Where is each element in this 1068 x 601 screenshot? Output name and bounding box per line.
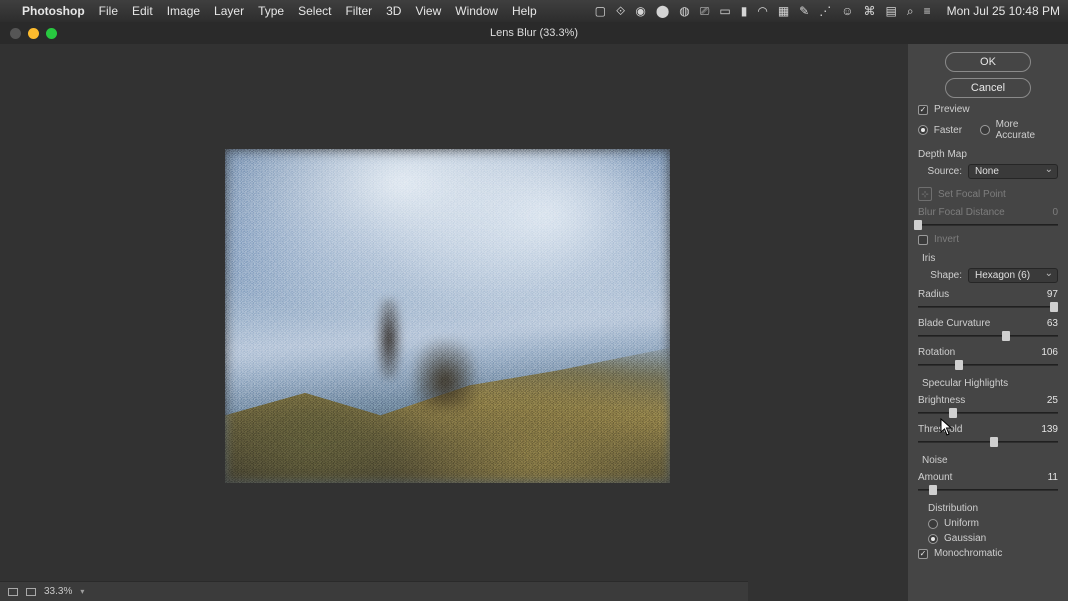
- menu-type[interactable]: Type: [258, 4, 284, 18]
- amount-value[interactable]: 11: [1032, 472, 1058, 483]
- record-icon[interactable]: ⬤: [656, 4, 669, 18]
- status-view-icon[interactable]: [8, 588, 18, 596]
- menu-layer[interactable]: Layer: [214, 4, 244, 18]
- monochromatic-label: Monochromatic: [934, 548, 1002, 559]
- menu-select[interactable]: Select: [298, 4, 331, 18]
- menu-view[interactable]: View: [415, 4, 441, 18]
- quality-faster-label: Faster: [934, 125, 962, 136]
- blur-focal-distance-slider: [918, 220, 1058, 230]
- distribution-uniform-label: Uniform: [944, 518, 979, 529]
- radius-label: Radius: [918, 289, 1032, 300]
- distribution-title: Distribution: [928, 503, 1058, 514]
- window-title: Lens Blur (33.3%): [0, 27, 1068, 39]
- menu-edit[interactable]: Edit: [132, 4, 153, 18]
- depth-map-title: Depth Map: [918, 149, 1058, 160]
- arc-icon[interactable]: ◠: [757, 4, 767, 18]
- quality-faster-radio[interactable]: [918, 125, 928, 135]
- wifi-icon[interactable]: ⋰: [819, 4, 831, 18]
- quality-accurate-radio[interactable]: [980, 125, 990, 135]
- blur-focal-distance-label: Blur Focal Distance: [918, 207, 1032, 218]
- menubar-right: ▢ ⟐ ◉ ⬤ ◍ ⎚ ▭ ▮ ◠ ▦ ✎ ⋰ ☺ ⌘ ▤ ⌕ ≡ Mon Ju…: [595, 4, 1060, 19]
- cc-icon[interactable]: ◉: [635, 4, 645, 18]
- specular-title: Specular Highlights: [922, 378, 1058, 389]
- source-select[interactable]: None: [968, 164, 1058, 179]
- blade-curvature-label: Blade Curvature: [918, 318, 1032, 329]
- shape-select[interactable]: Hexagon (6): [968, 268, 1058, 283]
- brightness-value[interactable]: 25: [1032, 395, 1058, 406]
- amount-label: Amount: [918, 472, 1032, 483]
- invert-checkbox: [918, 235, 928, 245]
- distribution-gaussian-label: Gaussian: [944, 533, 986, 544]
- preview-canvas-area: 33.3% ▾: [0, 44, 908, 601]
- app-name[interactable]: Photoshop: [22, 4, 85, 18]
- control-center-icon[interactable]: ⌘: [864, 4, 876, 18]
- status-bar: 33.3% ▾: [0, 581, 748, 601]
- menu-image[interactable]: Image: [167, 4, 200, 18]
- menu-window[interactable]: Window: [455, 4, 498, 18]
- video-icon[interactable]: ▢: [595, 4, 606, 18]
- search-icon[interactable]: ⌕: [907, 4, 914, 19]
- status-view2-icon[interactable]: [26, 588, 36, 596]
- brightness-slider[interactable]: [918, 408, 1058, 418]
- lens-blur-panel: OK Cancel Preview Faster More Accurate D…: [908, 44, 1068, 601]
- distribution-gaussian-radio[interactable]: [928, 534, 938, 544]
- shape-label: Shape:: [918, 270, 962, 281]
- threshold-value[interactable]: 139: [1032, 424, 1058, 435]
- status-zoom[interactable]: 33.3%: [44, 586, 72, 597]
- grid-icon[interactable]: ▦: [778, 4, 789, 18]
- quality-accurate-label: More Accurate: [996, 119, 1058, 141]
- sphere-icon[interactable]: ◍: [679, 4, 689, 18]
- rotation-slider[interactable]: [918, 360, 1058, 370]
- menubar-clock[interactable]: Mon Jul 25 10:48 PM: [947, 4, 1060, 18]
- rotation-label: Rotation: [918, 347, 1032, 358]
- rotation-value[interactable]: 106: [1032, 347, 1058, 358]
- cancel-button[interactable]: Cancel: [945, 78, 1031, 98]
- source-label: Source:: [918, 166, 962, 177]
- monochromatic-checkbox[interactable]: [918, 549, 928, 559]
- dropbox-icon[interactable]: ⟐: [616, 4, 625, 19]
- preview-image[interactable]: [225, 149, 670, 483]
- set-focal-point-label: Set Focal Point: [938, 189, 1006, 200]
- user-icon[interactable]: ☺: [841, 4, 853, 18]
- calendar-icon[interactable]: ▤: [886, 4, 897, 18]
- preview-checkbox[interactable]: [918, 105, 928, 115]
- radius-value[interactable]: 97: [1032, 289, 1058, 300]
- threshold-label: Threshold: [918, 424, 1032, 435]
- distribution-uniform-radio[interactable]: [928, 519, 938, 529]
- iris-title: Iris: [922, 253, 1058, 264]
- menu-icon[interactable]: ≡: [924, 4, 931, 18]
- invert-label: Invert: [934, 234, 959, 245]
- macos-menubar: Photoshop File Edit Image Layer Type Sel…: [0, 0, 1068, 22]
- threshold-slider[interactable]: [918, 437, 1058, 447]
- ok-button[interactable]: OK: [945, 52, 1031, 72]
- noise-title: Noise: [922, 455, 1058, 466]
- status-zoom-menu-icon[interactable]: ▾: [80, 587, 84, 596]
- menu-3d[interactable]: 3D: [386, 4, 401, 18]
- radius-slider[interactable]: [918, 302, 1058, 312]
- blade-curvature-slider[interactable]: [918, 331, 1058, 341]
- tool-icon[interactable]: ✎: [799, 4, 809, 18]
- blur-focal-distance-value: 0: [1032, 207, 1058, 218]
- display-icon[interactable]: ▭: [719, 4, 730, 18]
- titlebar: Lens Blur (33.3%): [0, 22, 1068, 44]
- preview-label: Preview: [934, 104, 970, 115]
- menu-filter[interactable]: Filter: [345, 4, 372, 18]
- cast-icon[interactable]: ⎚: [700, 4, 710, 19]
- set-focal-point-icon: ⊹: [918, 187, 932, 201]
- bookmark-icon[interactable]: ▮: [741, 4, 748, 18]
- menu-file[interactable]: File: [99, 4, 118, 18]
- blade-curvature-value[interactable]: 63: [1032, 318, 1058, 329]
- document-window: Lens Blur (33.3%) 33.3% ▾ OK Cancel: [0, 22, 1068, 601]
- brightness-label: Brightness: [918, 395, 1032, 406]
- amount-slider[interactable]: [918, 485, 1058, 495]
- menu-help[interactable]: Help: [512, 4, 537, 18]
